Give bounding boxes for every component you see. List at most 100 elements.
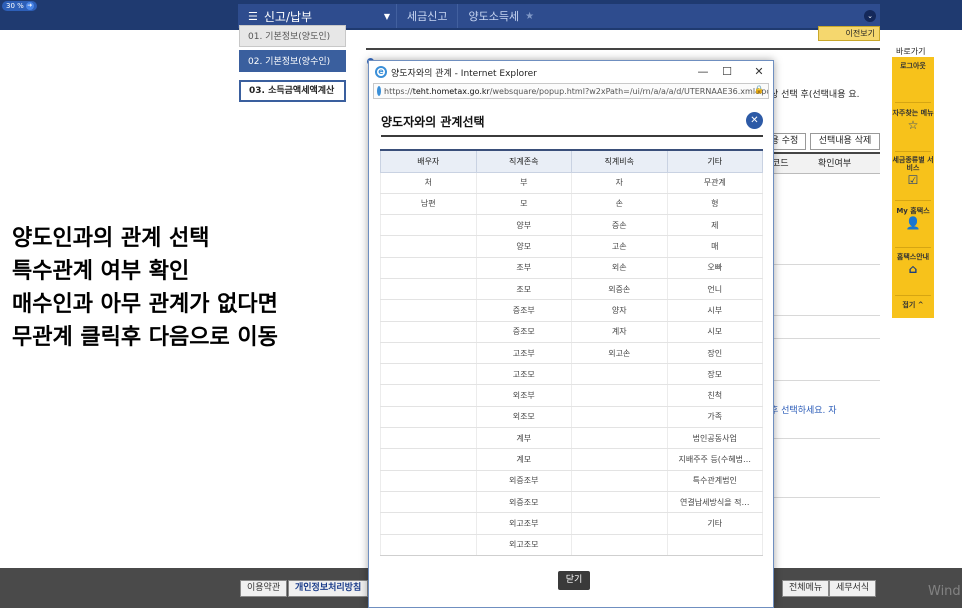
relation-option	[666, 534, 763, 556]
relation-option[interactable]: 조모	[475, 278, 572, 301]
heading-divider	[381, 135, 763, 137]
relation-option	[380, 534, 477, 556]
relation-option[interactable]: 외고손	[571, 342, 668, 365]
relation-option[interactable]: 증조모	[475, 321, 572, 343]
close-button[interactable]: 닫기	[558, 571, 590, 590]
windows-watermark: Wind	[928, 584, 961, 599]
prev-view-button[interactable]: 이전보기	[818, 26, 880, 41]
relation-option[interactable]: 친척	[666, 384, 763, 407]
relation-option[interactable]: 외증조모	[475, 491, 572, 514]
relation-option[interactable]: 형	[666, 193, 763, 216]
relation-option[interactable]: 고조모	[475, 363, 572, 386]
relation-option[interactable]: 외조모	[475, 406, 572, 429]
relation-option[interactable]: 고손	[571, 235, 668, 258]
caret-down-icon: ▼	[383, 11, 390, 21]
relation-option[interactable]: 양자	[571, 299, 668, 322]
relation-option[interactable]: 매	[666, 235, 763, 258]
relation-option[interactable]: 시부	[666, 299, 763, 322]
relation-option[interactable]: 조부	[475, 257, 572, 279]
relation-option[interactable]: 계자	[571, 321, 668, 343]
relation-option	[571, 363, 668, 386]
relation-option	[380, 257, 477, 279]
divider	[895, 247, 931, 248]
relation-option[interactable]: 외고조모	[475, 534, 572, 556]
popup-title-bar[interactable]: e 양도자와의 관계 - Internet Explorer — ☐ ✕	[369, 61, 773, 83]
relation-option[interactable]: 장인	[666, 342, 763, 365]
step-buyer-info[interactable]: 02. 기본정보(양수인)	[239, 50, 346, 72]
footer-privacy-link[interactable]: 개인정보처리방침	[288, 580, 369, 597]
lock-icon: 🔒	[754, 85, 764, 94]
relation-option[interactable]: 외조부	[475, 384, 572, 407]
relation-option[interactable]: 기타	[666, 512, 763, 535]
annotation-line: 특수관계 여부 확인	[12, 259, 190, 284]
relation-option[interactable]: 가족	[666, 406, 763, 429]
relation-option[interactable]: 증손	[571, 214, 668, 237]
user-icon: 👤	[905, 216, 921, 230]
relation-option[interactable]: 지배주주 등(수혜법…	[666, 448, 763, 471]
relation-option[interactable]: 양부	[475, 214, 572, 237]
relation-option[interactable]: 장모	[666, 363, 763, 386]
relation-option[interactable]: 제	[666, 214, 763, 237]
footer-tax-forms-link[interactable]: 세무서식	[829, 580, 877, 597]
relation-option[interactable]: 양모	[475, 235, 572, 258]
breadcrumb-capital-gains[interactable]: 양도소득세 ★	[457, 4, 544, 28]
relation-option[interactable]: 언니	[666, 278, 763, 301]
table-row: 외조부 친척	[380, 384, 763, 407]
relation-option[interactable]: 외손	[571, 257, 668, 279]
relation-option	[380, 406, 477, 429]
url-path: /websquare/popup.html?w2xPath=/ui/rn/a/a…	[489, 86, 769, 96]
relation-option[interactable]: 처	[380, 172, 477, 194]
relation-option[interactable]: 외증손	[571, 278, 668, 301]
close-icon[interactable]: ✕	[751, 64, 767, 80]
notice-text: 후 선택하세요. 자	[770, 406, 837, 416]
star-icon[interactable]: ★	[525, 11, 534, 22]
relation-option[interactable]: 오빠	[666, 257, 763, 279]
arrow-right-icon: ➜	[25, 2, 34, 10]
relation-option[interactable]: 계부	[475, 427, 572, 450]
quick-hometax-guide[interactable]: 홈택스안내 ⌂	[892, 253, 934, 275]
relation-option[interactable]: 무관계	[666, 172, 763, 194]
maximize-icon[interactable]: ☐	[719, 64, 735, 80]
relation-option[interactable]: 자	[571, 172, 668, 194]
relation-option[interactable]: 증조부	[475, 299, 572, 322]
address-bar[interactable]: https:// teht.hometax.go.kr /websquare/p…	[373, 83, 769, 99]
quick-frequent-menu[interactable]: 자주찾는 메뉴 ☆	[892, 109, 934, 131]
relation-option[interactable]: 손	[571, 193, 668, 216]
relation-option[interactable]: 연결납세방식을 적…	[666, 491, 763, 514]
relation-option	[380, 491, 477, 514]
step-seller-info[interactable]: 01. 기본정보(양도인)	[239, 25, 346, 47]
annotation-line: 무관계 클릭후 다음으로 이동	[12, 325, 278, 350]
relation-option	[571, 427, 668, 450]
table-row: 외고조부 기타	[380, 512, 763, 535]
relation-option[interactable]: 계모	[475, 448, 572, 471]
popup-close-icon[interactable]: ✕	[746, 112, 763, 129]
quick-fold-button[interactable]: 접기 ^	[892, 301, 934, 309]
relation-option[interactable]: 외증조부	[475, 470, 572, 492]
relation-option	[380, 214, 477, 237]
quick-my-hometax[interactable]: My 홈택스 👤	[892, 207, 934, 229]
breadcrumb-label: 세금신고	[407, 10, 448, 23]
step-income-tax-calc[interactable]: 03. 소득금액세액계산	[239, 80, 346, 102]
relation-option[interactable]: 부	[475, 172, 572, 194]
relation-option[interactable]: 시모	[666, 321, 763, 343]
quick-tax-service[interactable]: 세금종류별 서비스 ☑	[892, 156, 934, 186]
relation-option[interactable]: 법인공동사업	[666, 427, 763, 450]
footer-terms-link[interactable]: 이용약관	[240, 580, 288, 597]
relation-option[interactable]: 고조부	[475, 342, 572, 365]
footer-all-menu-link[interactable]: 전체메뉴	[782, 580, 830, 597]
relation-option[interactable]: 모	[475, 193, 572, 216]
zoom-indicator[interactable]: 30 % ➜	[2, 1, 37, 11]
relation-option	[380, 235, 477, 258]
minimize-icon[interactable]: —	[695, 64, 711, 80]
table-row: 양모 고손 매	[380, 235, 763, 258]
table-row: 조모 외증손 언니	[380, 278, 763, 301]
relation-option[interactable]: 남편	[380, 193, 477, 216]
quick-logout[interactable]: 로그아웃	[892, 62, 934, 70]
table-row: 양부 증손 제	[380, 214, 763, 237]
relation-option	[380, 512, 477, 535]
relation-option[interactable]: 외고조부	[475, 512, 572, 535]
chevron-down-icon[interactable]: ⌄	[864, 10, 876, 22]
delete-selected-button[interactable]: 선택내용 삭제	[810, 133, 880, 150]
relation-option[interactable]: 특수관계법인	[666, 470, 763, 492]
breadcrumb-tax-report[interactable]: 세금신고	[396, 4, 457, 28]
